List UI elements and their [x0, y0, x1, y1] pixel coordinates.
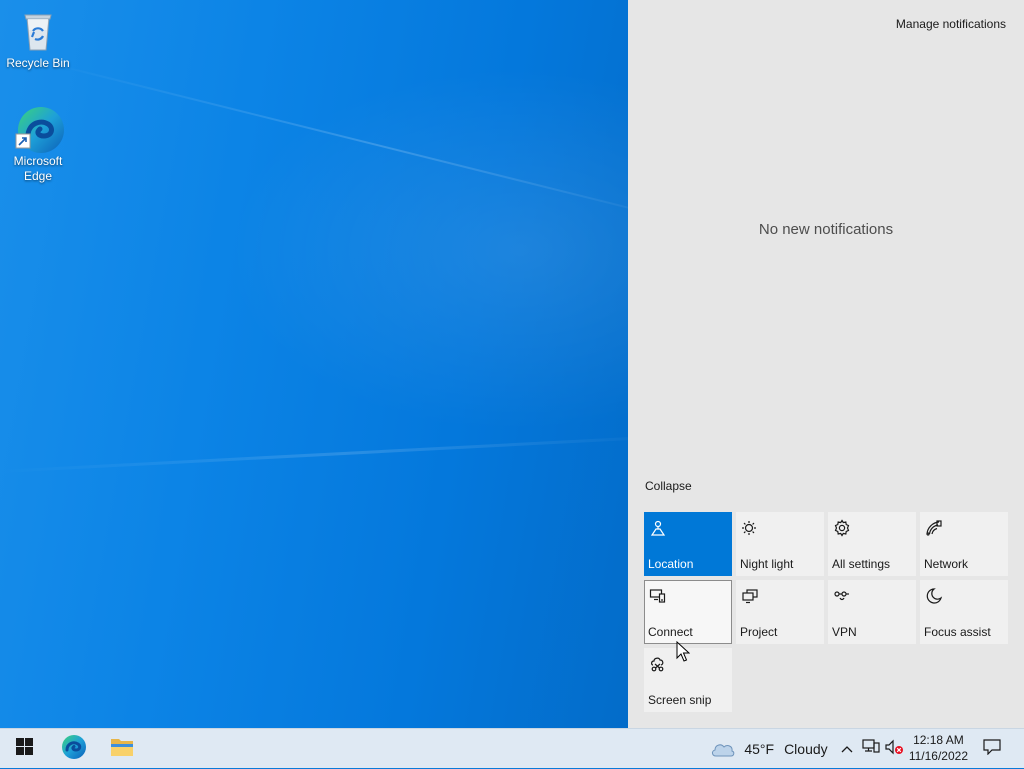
- action-center-panel: Manage notifications No new notification…: [628, 0, 1024, 728]
- location-icon: [649, 519, 667, 537]
- desktop-icon-label: Microsoft Edge: [13, 154, 63, 183]
- quick-action-focus-assist[interactable]: Focus assist: [920, 580, 1008, 644]
- quick-action-label: Location: [648, 557, 694, 571]
- quick-action-label: Project: [740, 625, 778, 639]
- quick-action-vpn[interactable]: VPN: [828, 580, 916, 644]
- taskbar: 45°F Cloudy 12:18 AM 11/16/2022: [0, 728, 1024, 768]
- desktop-icon-label: Recycle Bin: [6, 56, 70, 70]
- clock-time: 12:18 AM: [913, 733, 964, 747]
- desktop-icon-recycle-bin[interactable]: Recycle Bin: [0, 6, 76, 71]
- volume-muted-icon: [885, 739, 905, 760]
- collapse-button[interactable]: Collapse: [645, 479, 692, 493]
- quick-action-location[interactable]: Location: [644, 512, 732, 576]
- folder-icon: [110, 736, 134, 763]
- network-status-button[interactable]: [860, 729, 882, 769]
- taskbar-clock[interactable]: 12:18 AM 11/16/2022: [909, 732, 968, 764]
- settings-gear-icon: [833, 519, 851, 537]
- edge-icon: [14, 104, 64, 153]
- project-icon: [741, 587, 759, 605]
- quick-action-label: Focus assist: [924, 625, 991, 639]
- clock-date: 11/16/2022: [908, 749, 968, 763]
- quick-action-label: Network: [924, 557, 969, 571]
- taskbar-edge-button[interactable]: [50, 729, 98, 769]
- recycle-bin-icon: [14, 6, 62, 54]
- quick-action-project[interactable]: Project: [736, 580, 824, 644]
- taskbar-file-explorer-button[interactable]: [98, 729, 146, 769]
- quick-action-connect[interactable]: Connect: [644, 580, 732, 644]
- desktop-icon-edge[interactable]: Microsoft Edge: [0, 104, 76, 184]
- show-hidden-icons-button[interactable]: [838, 729, 856, 769]
- quick-action-all-settings[interactable]: All settings: [828, 512, 916, 576]
- no-notifications-message: No new notifications: [758, 221, 894, 238]
- quick-action-label: Screen snip: [648, 693, 712, 707]
- network-wired-icon: [862, 738, 880, 760]
- network-icon: [925, 519, 943, 537]
- quick-action-label: VPN: [832, 625, 857, 639]
- windows-start-icon: [15, 738, 33, 760]
- volume-button[interactable]: [884, 729, 906, 769]
- edge-icon: [61, 734, 87, 765]
- manage-notifications-link[interactable]: Manage notifications: [896, 17, 1006, 31]
- screen-snip-icon: [649, 655, 667, 673]
- quick-action-night-light[interactable]: Night light: [736, 512, 824, 576]
- action-center-button[interactable]: [976, 729, 1008, 769]
- action-center-icon: [983, 738, 1001, 760]
- connect-icon: [649, 587, 667, 605]
- night-light-icon: [741, 519, 759, 537]
- mouse-cursor: [676, 640, 691, 663]
- quick-action-label: Connect: [648, 625, 693, 639]
- wallpaper-light-beam: [39, 60, 628, 232]
- vpn-icon: [833, 587, 851, 605]
- weather-condition: Cloudy: [784, 741, 828, 757]
- desktop: Recycle Bin Microsoft Edge: [0, 0, 628, 728]
- moon-icon: [925, 587, 943, 605]
- weather-temperature: 45°F: [744, 741, 775, 757]
- start-button[interactable]: [0, 729, 48, 769]
- quick-action-label: All settings: [832, 557, 891, 571]
- chevron-up-icon: [841, 740, 853, 758]
- wallpaper-light-beam: [0, 433, 628, 473]
- quick-action-label: Night light: [740, 557, 794, 571]
- weather-widget[interactable]: 45°F Cloudy: [706, 729, 832, 769]
- cloud-icon: [710, 740, 736, 758]
- quick-action-network[interactable]: Network: [920, 512, 1008, 576]
